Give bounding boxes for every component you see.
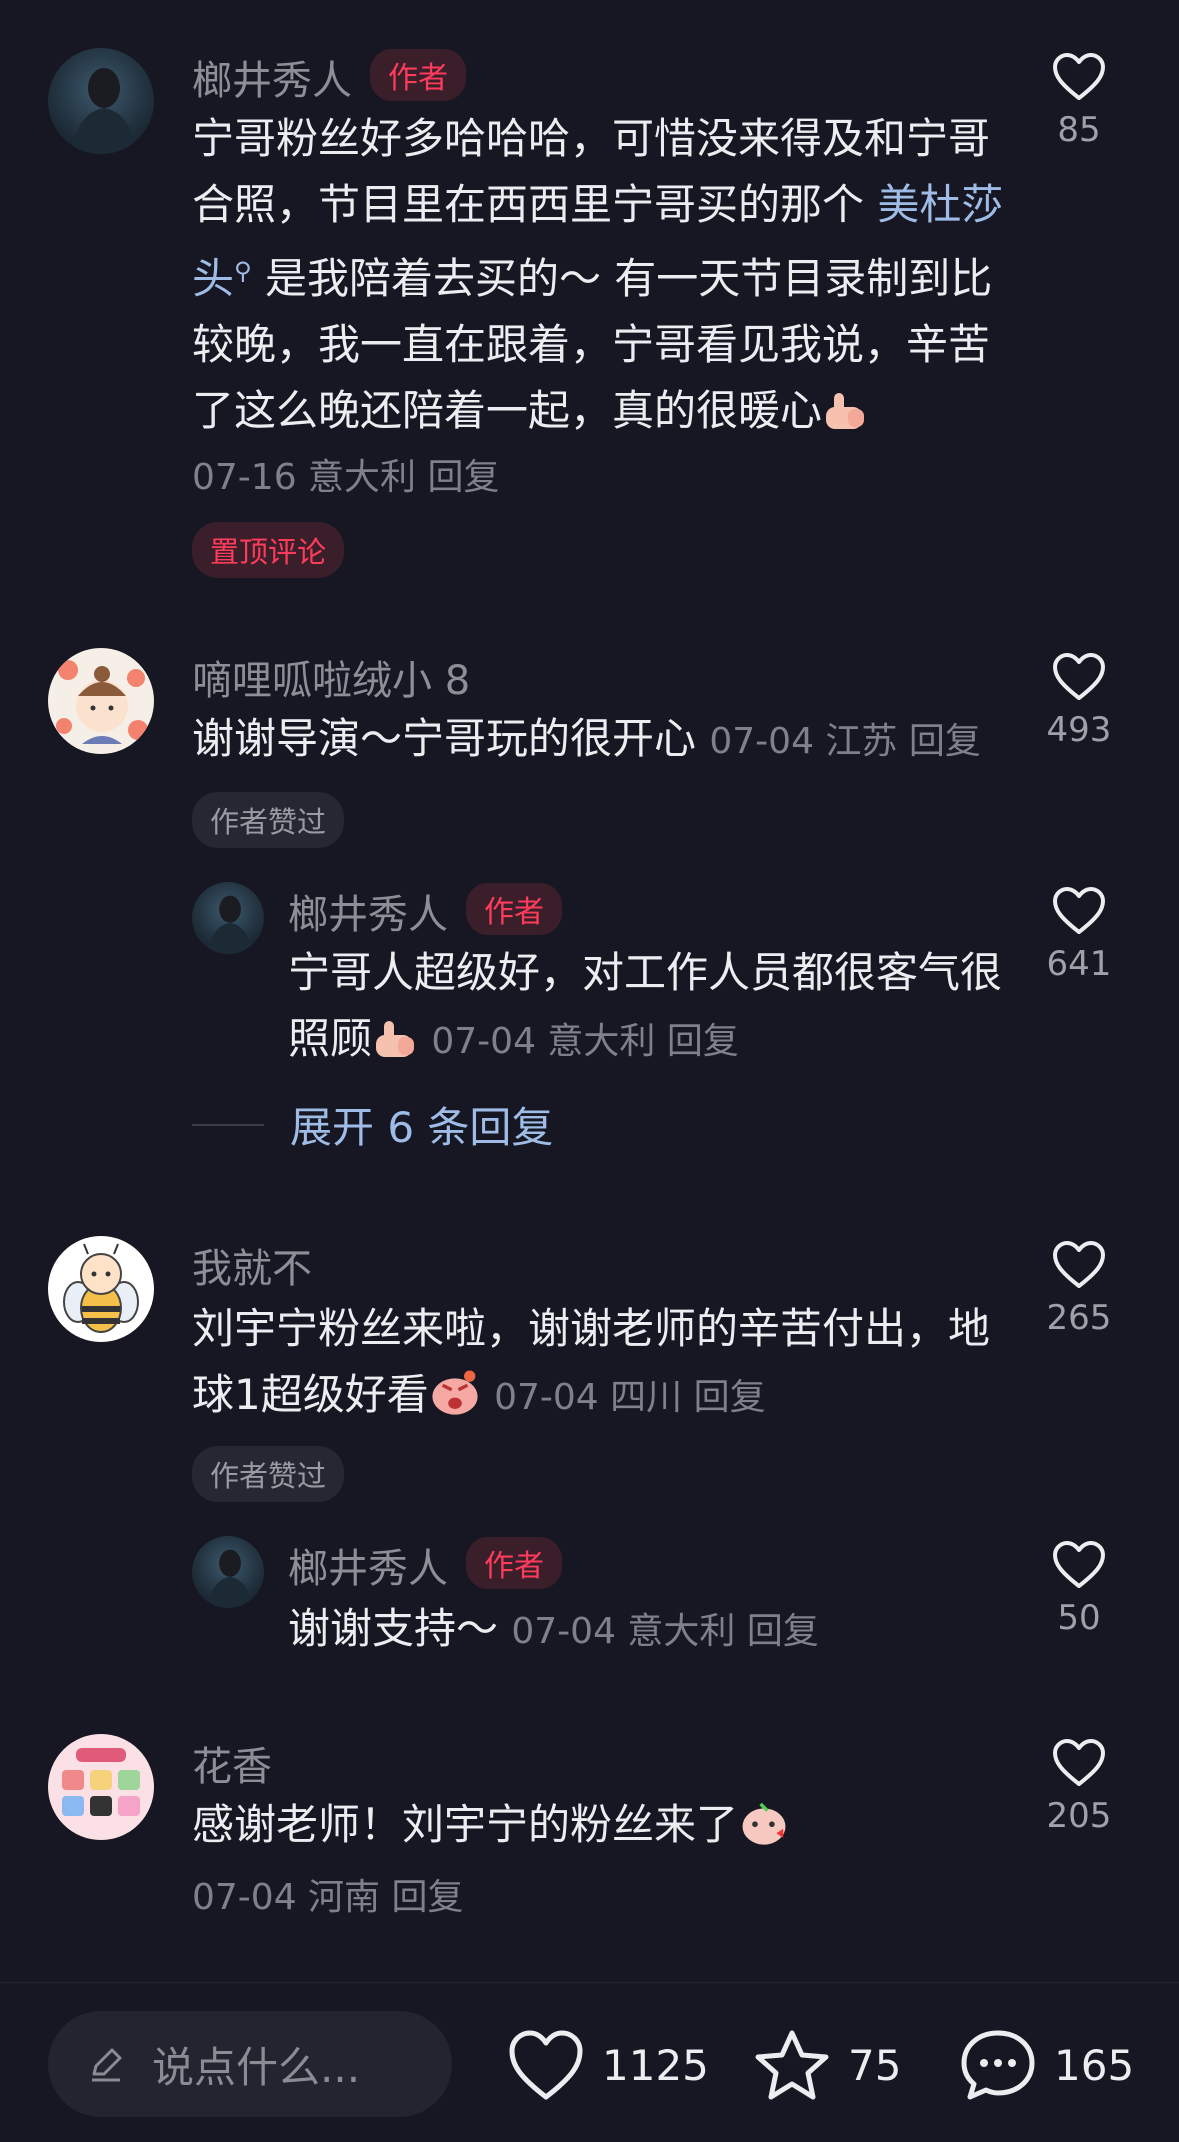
comment-text[interactable]: 谢谢导演～宁哥玩的很开心 07-04 江苏 回复 — [192, 706, 1012, 775]
favorite-button[interactable]: 75 — [752, 2027, 901, 2103]
reply-avatar[interactable] — [192, 1536, 264, 1608]
username[interactable]: 嘀哩呱啦绒小 8 — [192, 648, 470, 706]
comment-meta[interactable]: 07-04 江苏 回复 — [709, 721, 981, 762]
expand-replies-button[interactable]: 展开 6 条回复 — [192, 1094, 553, 1155]
heart-icon — [1053, 1739, 1105, 1786]
heart-icon — [1053, 887, 1105, 934]
like-button[interactable]: 493 — [1019, 652, 1139, 750]
expand-replies-label: 展开 6 条回复 — [290, 1103, 554, 1152]
author-badge: 作者 — [466, 883, 562, 935]
avatar[interactable] — [48, 1734, 154, 1840]
thumbs-up-emoji-icon — [826, 393, 865, 429]
comment-text[interactable]: 刘宇宁粉丝来啦，谢谢老师的辛苦付出，地球1超级好看 07-04 四川 回复 — [192, 1296, 1012, 1431]
avatar[interactable] — [48, 48, 154, 154]
avatar[interactable] — [48, 648, 154, 754]
comment-meta[interactable]: 07-16 意大利 回复 — [192, 448, 500, 500]
comments-button[interactable]: 165 — [958, 2027, 1134, 2103]
reply-text[interactable]: 宁哥人超级好，对工作人员都很客气很照顾 07-04 意大利 回复 — [288, 940, 1028, 1075]
like-count: 205 — [1046, 1796, 1112, 1836]
like-count: 641 — [1046, 944, 1112, 984]
like-count: 85 — [1057, 110, 1101, 150]
bottom-action-bar: 说点什么... 1125 75 165 — [0, 1982, 1179, 2142]
author-badge: 作者 — [370, 49, 466, 101]
favorite-count: 75 — [848, 2040, 902, 2090]
author-badge: 作者 — [466, 1537, 562, 1589]
search-icon: ⚲ — [234, 257, 252, 285]
like-button[interactable]: 85 — [1019, 52, 1139, 150]
divider — [192, 1123, 264, 1126]
comment-meta[interactable]: 07-04 河南 回复 — [192, 1868, 464, 1920]
reply-username[interactable]: 榔井秀人 作者 — [288, 882, 562, 940]
username[interactable]: 花香 — [192, 1734, 272, 1792]
heart-icon — [509, 2030, 583, 2100]
like-button[interactable]: 265 — [1019, 1240, 1139, 1338]
username[interactable]: 我就不 — [192, 1236, 312, 1294]
heart-icon — [1053, 653, 1105, 700]
comment-count: 165 — [1054, 2040, 1135, 2090]
thumbs-up-emoji-icon — [376, 1021, 415, 1057]
reply-avatar[interactable] — [192, 882, 264, 954]
like-post-button[interactable]: 1125 — [506, 2027, 709, 2103]
comment-input-placeholder: 说点什么... — [152, 2042, 361, 2092]
reply-text[interactable]: 谢谢支持～ 07-04 意大利 回复 — [288, 1596, 1028, 1665]
like-count: 50 — [1057, 1598, 1101, 1638]
star-icon — [755, 2030, 829, 2100]
angry-face-emoji-icon — [432, 1370, 478, 1415]
reply-username[interactable]: 榔井秀人 作者 — [288, 1536, 562, 1594]
like-button[interactable]: 641 — [1019, 886, 1139, 984]
author-liked-tag: 作者赞过 — [192, 792, 345, 848]
comment-text[interactable]: 感谢老师！刘宇宁的粉丝来了 — [192, 1792, 1012, 1858]
comment-bubble-icon — [961, 2030, 1035, 2100]
reply-meta[interactable]: 07-04 意大利 回复 — [431, 1021, 739, 1062]
like-count: 265 — [1046, 1298, 1112, 1338]
avatar[interactable] — [48, 1236, 154, 1342]
reply-meta[interactable]: 07-04 意大利 回复 — [511, 1611, 819, 1652]
heart-icon — [1053, 1241, 1105, 1288]
pinned-tag: 置顶评论 — [192, 522, 345, 578]
pencil-icon — [92, 2048, 122, 2082]
comment-input[interactable]: 说点什么... — [48, 2011, 452, 2117]
like-button[interactable]: 205 — [1019, 1738, 1139, 1836]
comment-meta[interactable]: 07-04 四川 回复 — [494, 1377, 766, 1418]
heart-icon — [1053, 53, 1105, 100]
like-button[interactable]: 50 — [1019, 1540, 1139, 1638]
like-count: 493 — [1046, 710, 1112, 750]
blowing-kiss-emoji-icon — [742, 1802, 786, 1845]
post-like-count: 1125 — [602, 2040, 709, 2090]
heart-icon — [1053, 1541, 1105, 1588]
author-liked-tag: 作者赞过 — [192, 1446, 345, 1502]
username[interactable]: 榔井秀人 作者 — [192, 48, 466, 106]
comment-text[interactable]: 宁哥粉丝好多哈哈哈，可惜没来得及和宁哥合照，节目里在西西里宁哥买的那个 美杜莎头… — [192, 106, 1012, 444]
